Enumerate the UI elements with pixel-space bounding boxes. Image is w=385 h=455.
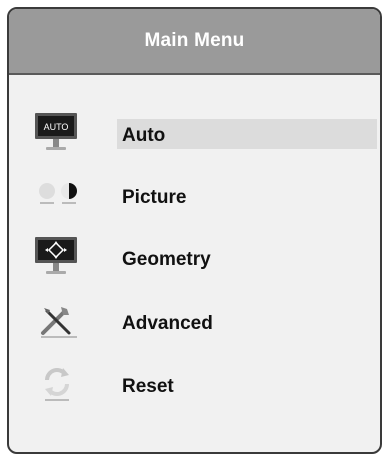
monitor-geometry-icon <box>33 235 87 281</box>
menu-item-label: Geometry <box>122 249 211 270</box>
tools-icon <box>33 299 87 345</box>
main-menu-panel: Main Menu AUTO Auto Picture Geometry Adv… <box>7 7 382 454</box>
contrast-circles-icon <box>33 173 87 219</box>
menu-item-reset[interactable]: Reset <box>9 362 380 412</box>
menu-item-picture[interactable]: Picture <box>9 173 380 223</box>
auto-screen-text: AUTO <box>44 122 69 132</box>
menu-item-label: Picture <box>122 187 187 208</box>
monitor-auto-icon: AUTO <box>33 111 87 157</box>
menu-item-auto[interactable]: AUTO Auto <box>9 111 380 161</box>
menu-header: Main Menu <box>9 9 380 75</box>
reset-arrows-icon <box>33 362 87 408</box>
menu-item-geometry[interactable]: Geometry <box>9 235 380 285</box>
menu-title: Main Menu <box>144 30 245 51</box>
menu-item-advanced[interactable]: Advanced <box>9 299 380 349</box>
menu-item-label: Reset <box>122 376 174 397</box>
menu-item-label: Advanced <box>122 313 213 334</box>
menu-item-label: Auto <box>122 125 166 146</box>
